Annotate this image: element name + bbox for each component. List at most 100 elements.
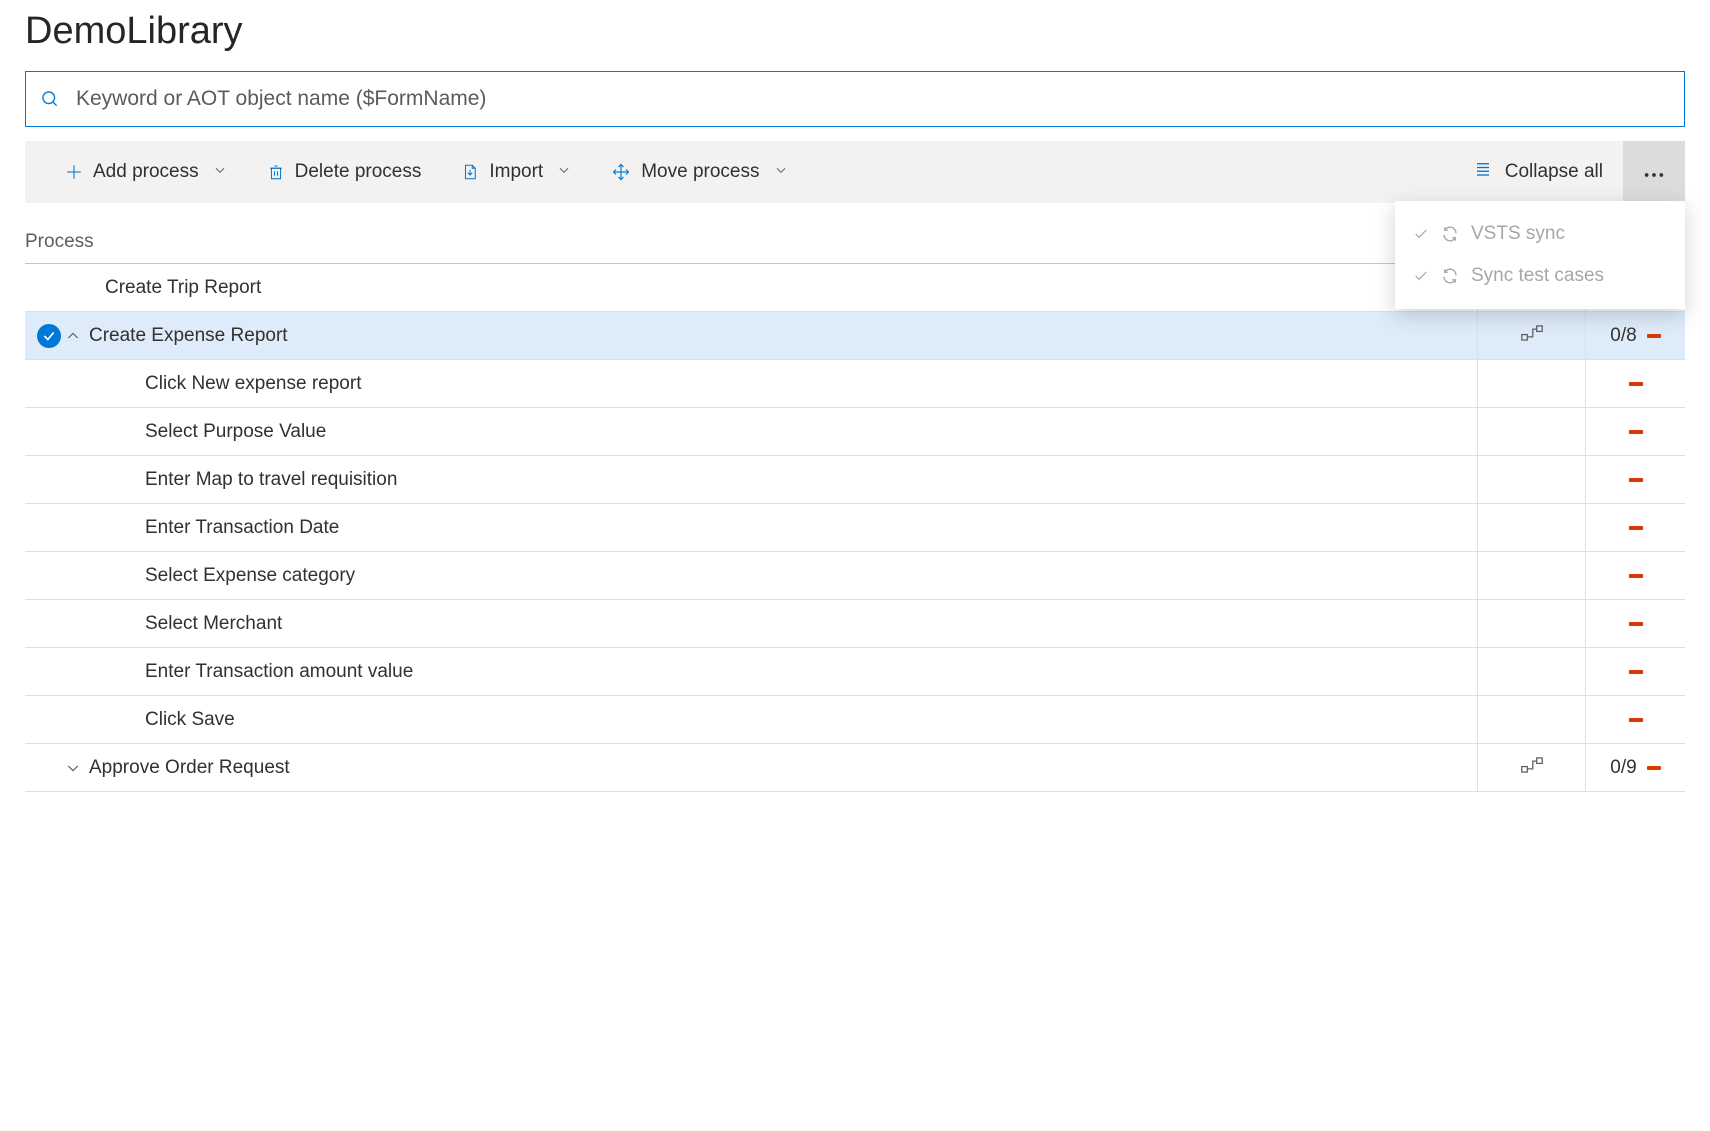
add-process-label: Add process [93,161,199,183]
chevron-down-icon [557,161,571,183]
minus-icon [1629,574,1643,578]
add-process-button[interactable]: Add process [65,141,227,203]
cell-process: Click New expense report [25,373,1477,395]
cell-status [1585,600,1685,647]
cell-flow-icon [1477,696,1585,743]
minus-icon [1647,766,1661,770]
cell-status [1585,696,1685,743]
cell-status [1585,408,1685,455]
cell-flow-icon [1477,312,1585,359]
minus-icon [1629,622,1643,626]
import-label: Import [489,161,543,183]
process-label: Select Purpose Value [145,421,326,443]
list-icon [1473,160,1493,184]
search-icon [40,89,60,109]
cell-flow-icon [1477,408,1585,455]
cell-flow-icon [1477,456,1585,503]
chevron-down-icon[interactable] [65,760,81,776]
cell-flow-icon [1477,552,1585,599]
overflow-item-label: VSTS sync [1471,223,1565,245]
cell-status [1585,504,1685,551]
chevron-up-icon[interactable] [65,328,81,344]
plus-icon [65,163,83,181]
table-row[interactable]: Enter Map to travel requisition [25,456,1685,504]
move-process-button[interactable]: Move process [611,141,787,203]
move-icon [611,162,631,182]
table-row[interactable]: Click Save [25,696,1685,744]
process-label: Approve Order Request [89,757,290,779]
cell-process: Select Merchant [25,613,1477,635]
more-icon [1643,162,1665,183]
cell-process: Create Expense Report [25,325,1477,347]
minus-icon [1629,670,1643,674]
cell-status: 0/8 [1585,312,1685,359]
chevron-down-icon [213,161,227,183]
process-label: Enter Map to travel requisition [145,469,397,491]
move-process-label: Move process [641,161,759,183]
cell-flow-icon [1477,744,1585,791]
process-label: Create Expense Report [89,325,288,347]
search-input[interactable] [74,86,1670,112]
column-header-process[interactable]: Process [25,231,1477,253]
chevron-down-icon [774,161,788,183]
overflow-menu: VSTS sync Sync test cases [1395,201,1685,309]
minus-icon [1629,430,1643,434]
toolbar: Add process Delete process Import [25,141,1685,203]
delete-process-label: Delete process [295,161,422,183]
cell-flow-icon [1477,600,1585,647]
page-title: DemoLibrary [25,10,1685,53]
cell-process: Enter Transaction Date [25,517,1477,539]
table-row[interactable]: Enter Transaction amount value [25,648,1685,696]
overflow-button[interactable] [1623,141,1685,203]
cell-status: 0/9 [1585,744,1685,791]
collapse-all-button[interactable]: Collapse all [1473,141,1603,203]
cell-status [1585,552,1685,599]
table-row[interactable]: Enter Transaction Date [25,504,1685,552]
table-row[interactable]: Select Purpose Value [25,408,1685,456]
search-box[interactable] [25,71,1685,127]
table-row[interactable]: Click New expense report [25,360,1685,408]
cell-process: Enter Map to travel requisition [25,469,1477,491]
process-table: Process ved Create Trip ReportCreate Exp… [25,231,1685,792]
cell-process: Create Trip Report [25,277,1477,299]
status-text: 0/8 [1610,325,1636,347]
cell-flow-icon [1477,504,1585,551]
minus-icon [1629,382,1643,386]
delete-process-button[interactable]: Delete process [267,141,422,203]
cell-status [1585,648,1685,695]
table-row[interactable]: Create Expense Report 0/8 [25,312,1685,360]
minus-icon [1629,478,1643,482]
import-button[interactable]: Import [461,141,571,203]
flow-icon[interactable] [1521,324,1543,348]
refresh-icon [1441,267,1459,285]
collapse-all-label: Collapse all [1505,161,1603,183]
status-text: 0/9 [1610,757,1636,779]
minus-icon [1629,718,1643,722]
cell-flow-icon [1477,648,1585,695]
minus-icon [1629,526,1643,530]
overflow-menu-item-sync-test-cases[interactable]: Sync test cases [1395,255,1685,297]
minus-icon [1647,334,1661,338]
cell-status [1585,456,1685,503]
table-row[interactable]: Select Merchant [25,600,1685,648]
cell-process: Select Expense category [25,565,1477,587]
overflow-menu-item-vsts-sync[interactable]: VSTS sync [1395,213,1685,255]
cell-process: Select Purpose Value [25,421,1477,443]
process-label: Enter Transaction amount value [145,661,413,683]
table-row[interactable]: Approve Order Request 0/9 [25,744,1685,792]
trash-icon [267,162,285,182]
process-label: Enter Transaction Date [145,517,339,539]
process-label: Select Merchant [145,613,282,635]
refresh-icon [1441,225,1459,243]
cell-process: Enter Transaction amount value [25,661,1477,683]
process-label: Click Save [145,709,235,731]
import-icon [461,162,479,182]
cell-flow-icon [1477,360,1585,407]
table-row[interactable]: Select Expense category [25,552,1685,600]
flow-icon[interactable] [1521,756,1543,780]
cell-process: Click Save [25,709,1477,731]
cell-process: Approve Order Request [25,757,1477,779]
process-label: Create Trip Report [105,277,261,299]
overflow-item-label: Sync test cases [1471,265,1604,287]
selected-check-icon [37,324,61,348]
